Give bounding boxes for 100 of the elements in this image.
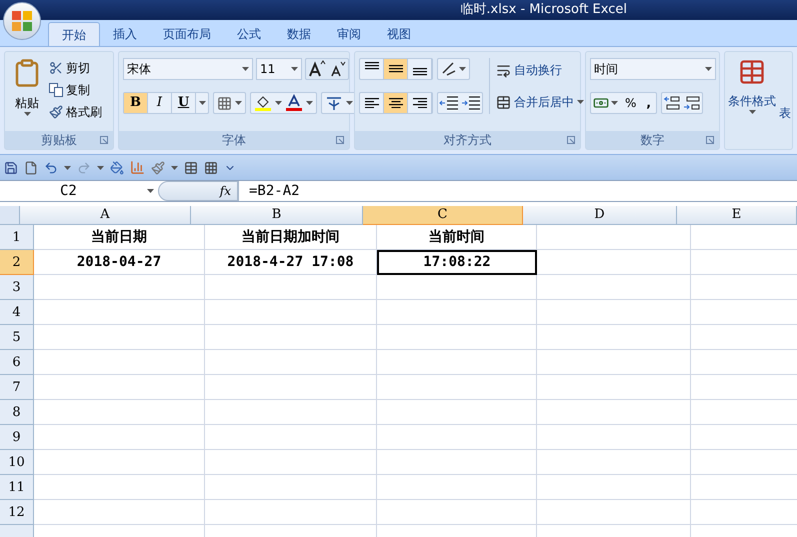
table-cell[interactable]: 当前日期加时间 bbox=[205, 225, 377, 250]
column-header[interactable]: E bbox=[677, 206, 797, 225]
formula-field[interactable]: =B2-A2 bbox=[238, 181, 797, 201]
brush-icon[interactable] bbox=[151, 160, 165, 174]
ribbon-tab[interactable]: 数据 bbox=[274, 22, 324, 46]
ribbon-tab[interactable]: 审阅 bbox=[324, 22, 374, 46]
column-header[interactable]: B bbox=[191, 206, 363, 225]
table-cell[interactable] bbox=[34, 500, 205, 525]
table-cell[interactable] bbox=[34, 275, 205, 300]
table-cell[interactable] bbox=[34, 325, 205, 350]
table-cell[interactable] bbox=[537, 475, 691, 500]
row-header[interactable]: 11 bbox=[0, 475, 34, 500]
bold-button[interactable]: B bbox=[124, 93, 148, 113]
table-cell[interactable] bbox=[34, 300, 205, 325]
row-header[interactable]: 2 bbox=[0, 250, 34, 275]
table-cell[interactable] bbox=[537, 425, 691, 450]
table-cell[interactable] bbox=[205, 425, 377, 450]
font-size-field[interactable]: 11 bbox=[256, 58, 302, 80]
new-file-icon[interactable] bbox=[24, 160, 38, 174]
column-header[interactable]: C bbox=[363, 206, 523, 225]
table-cell[interactable] bbox=[34, 375, 205, 400]
column-header[interactable]: A bbox=[20, 206, 191, 225]
table-cell[interactable] bbox=[537, 450, 691, 475]
table-format-button[interactable]: 表 bbox=[779, 104, 791, 122]
comma-button[interactable]: , bbox=[641, 94, 656, 112]
row-header[interactable]: 7 bbox=[0, 375, 34, 400]
row-header[interactable]: 4 bbox=[0, 300, 34, 325]
select-all-corner[interactable] bbox=[0, 206, 20, 225]
row-header[interactable]: 9 bbox=[0, 425, 34, 450]
table-cell[interactable] bbox=[537, 275, 691, 300]
underline-button[interactable]: U bbox=[172, 93, 196, 113]
table-cell[interactable] bbox=[205, 300, 377, 325]
table-cell[interactable] bbox=[34, 450, 205, 475]
table-cell[interactable] bbox=[537, 225, 691, 250]
font-color-icon[interactable] bbox=[285, 94, 303, 112]
table-cell[interactable] bbox=[377, 450, 537, 475]
row-header[interactable] bbox=[0, 525, 34, 537]
ribbon-tab[interactable]: 公式 bbox=[224, 22, 274, 46]
redo-icon[interactable] bbox=[77, 160, 91, 174]
table-cell[interactable] bbox=[377, 500, 537, 525]
ribbon-tab[interactable]: 视图 bbox=[374, 22, 424, 46]
table-cell[interactable] bbox=[537, 300, 691, 325]
conditional-formatting-button[interactable]: 条件格式 bbox=[727, 58, 777, 149]
table-cell[interactable] bbox=[205, 375, 377, 400]
table-cell[interactable] bbox=[377, 325, 537, 350]
table-cell[interactable] bbox=[377, 375, 537, 400]
orientation-icon[interactable] bbox=[441, 61, 457, 77]
row-header[interactable]: 10 bbox=[0, 450, 34, 475]
row-header[interactable]: 12 bbox=[0, 500, 34, 525]
merge-center-button[interactable]: 合并后居中 bbox=[496, 92, 584, 112]
font-name-field[interactable]: 宋体 bbox=[123, 58, 253, 80]
table-cell[interactable]: 17:08:22 bbox=[377, 250, 537, 275]
row-header[interactable]: 6 bbox=[0, 350, 34, 375]
table-cell[interactable] bbox=[537, 325, 691, 350]
dialog-launcher-icon[interactable] bbox=[706, 136, 714, 144]
format-painter-button[interactable]: 格式刷 bbox=[49, 102, 102, 121]
table-cell[interactable] bbox=[537, 250, 691, 275]
horizontal-align-button[interactable] bbox=[384, 93, 408, 113]
grid-icon[interactable] bbox=[204, 160, 218, 174]
grow-font-icon[interactable] bbox=[306, 59, 328, 79]
table-cell[interactable] bbox=[377, 350, 537, 375]
name-box[interactable]: C2 bbox=[0, 181, 158, 201]
table-cell[interactable] bbox=[377, 275, 537, 300]
table-cell[interactable]: 2018-4-27 17:08 bbox=[205, 250, 377, 275]
table-icon[interactable] bbox=[184, 160, 198, 174]
bucket-icon[interactable] bbox=[110, 160, 124, 174]
number-format-field[interactable]: 时间 bbox=[590, 58, 716, 80]
ribbon-tab[interactable]: 页面布局 bbox=[150, 22, 224, 46]
table-cell[interactable] bbox=[205, 325, 377, 350]
row-header[interactable]: 5 bbox=[0, 325, 34, 350]
table-cell[interactable] bbox=[205, 400, 377, 425]
row-header[interactable]: 3 bbox=[0, 275, 34, 300]
percent-button[interactable]: % bbox=[620, 94, 642, 112]
italic-button[interactable]: I bbox=[148, 93, 172, 113]
borders-icon[interactable] bbox=[217, 96, 232, 110]
table-cell[interactable] bbox=[34, 350, 205, 375]
ribbon-tab[interactable]: 开始 bbox=[48, 22, 100, 46]
office-button[interactable] bbox=[3, 2, 41, 40]
ribbon-tab[interactable]: 插入 bbox=[100, 22, 150, 46]
wrap-text-button[interactable]: 自动换行 bbox=[496, 60, 584, 80]
table-cell[interactable] bbox=[537, 400, 691, 425]
bar-chart-icon[interactable] bbox=[130, 160, 145, 175]
table-cell[interactable]: 2018-04-27 bbox=[34, 250, 205, 275]
dialog-launcher-icon[interactable] bbox=[100, 136, 108, 144]
table-cell[interactable] bbox=[34, 400, 205, 425]
table-cell[interactable] bbox=[205, 350, 377, 375]
copy-button[interactable]: 复制 bbox=[49, 80, 102, 99]
table-cell[interactable] bbox=[205, 500, 377, 525]
row-header[interactable]: 8 bbox=[0, 400, 34, 425]
table-cell[interactable] bbox=[205, 275, 377, 300]
dialog-launcher-icon[interactable] bbox=[567, 136, 575, 144]
undo-icon[interactable] bbox=[44, 160, 58, 174]
table-cell[interactable] bbox=[377, 475, 537, 500]
cut-button[interactable]: 剪切 bbox=[49, 58, 102, 77]
vertical-align-button[interactable] bbox=[384, 59, 408, 79]
fill-color-icon[interactable] bbox=[254, 94, 272, 112]
table-cell[interactable] bbox=[34, 425, 205, 450]
column-header[interactable]: D bbox=[523, 206, 677, 225]
table-cell[interactable] bbox=[34, 475, 205, 500]
table-cell[interactable] bbox=[205, 450, 377, 475]
